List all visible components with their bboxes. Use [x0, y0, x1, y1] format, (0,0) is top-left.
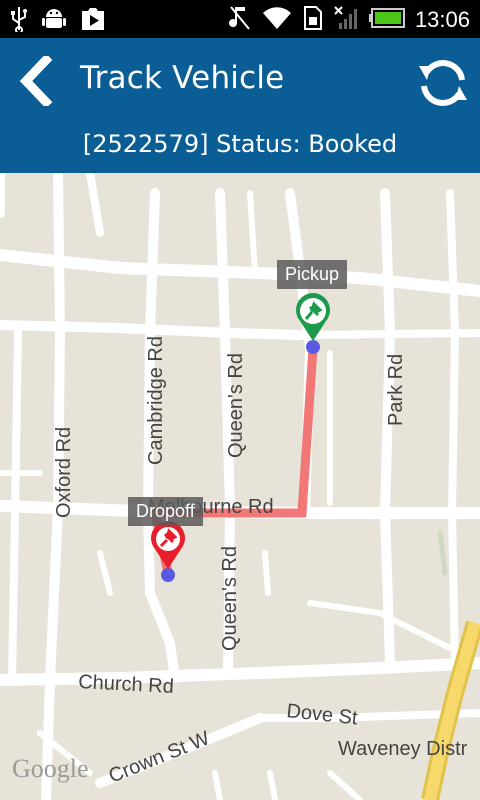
map-canvas: Melbourne Rd Cambridge Rd Queen's Rd Que…: [0, 173, 480, 800]
road-label-crown: Crown St W: [106, 727, 213, 787]
dropoff-label: Dropoff: [128, 497, 203, 526]
booking-status: [2522579] Status: Booked: [82, 130, 398, 158]
wifi-icon: [261, 5, 293, 35]
back-arrow-icon: [19, 53, 53, 109]
road-label-dove: Dove St: [285, 700, 358, 729]
pickup-marker[interactable]: [295, 293, 330, 354]
refresh-button[interactable]: [416, 56, 470, 110]
page-title: Track Vehicle: [80, 60, 285, 96]
usb-icon: [10, 6, 28, 36]
sim-icon: [303, 5, 323, 35]
clock: 13:06: [414, 7, 470, 32]
road-label-cambridge: Cambridge Rd: [145, 336, 167, 465]
road-label-waveney: Waveney Distr: [338, 738, 468, 760]
mute-icon: [228, 5, 251, 35]
pickup-label: Pickup: [277, 260, 348, 289]
refresh-icon: [419, 60, 467, 106]
map-view[interactable]: Melbourne Rd Cambridge Rd Queen's Rd Que…: [0, 173, 480, 800]
app-bar: Track Vehicle [2522579] Status: Booked: [0, 38, 480, 173]
android-debug-icon: [42, 6, 66, 36]
road-label-church: Church Rd: [78, 671, 175, 698]
status-bar: 13:06: [0, 0, 480, 38]
road-label-oxford: Oxford Rd: [53, 427, 75, 518]
play-store-icon: [80, 6, 106, 36]
road-label-queens-upper: Queen's Rd: [225, 353, 247, 458]
dropoff-marker[interactable]: [150, 521, 185, 582]
back-button[interactable]: [16, 53, 64, 109]
road-label-park: Park Rd: [385, 354, 407, 426]
google-logo: Google: [12, 754, 89, 783]
battery-icon: [368, 7, 405, 33]
no-signal-icon: [333, 5, 359, 35]
road-label-queens-lower: Queen's Rd: [219, 546, 241, 651]
